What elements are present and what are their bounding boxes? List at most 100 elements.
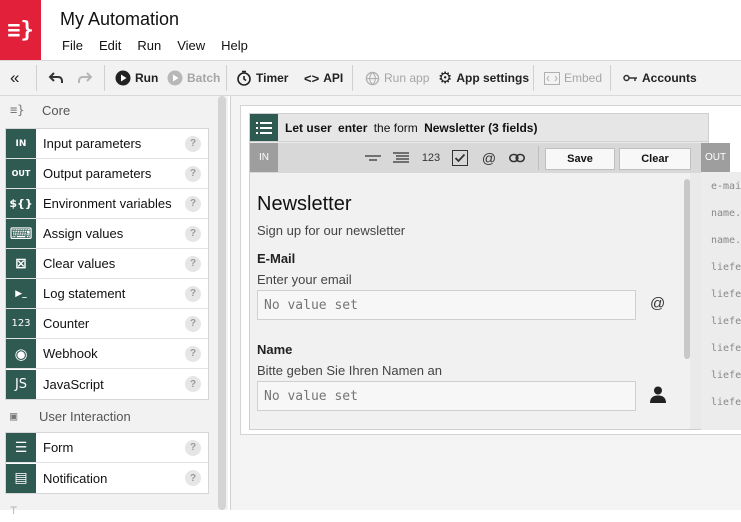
app-logo[interactable]: ≡} [0,0,41,60]
toolbar: « Run Batch Timer <> API Run app ⚙ App s… [0,60,741,96]
core-icon: ≡} [10,103,25,117]
sidebar-item-label: Clear values [43,256,116,271]
accounts-label: Accounts [642,71,697,85]
number-field-icon[interactable]: 123 [420,149,442,167]
undo-icon [48,72,63,83]
sidebar-item-log-statement[interactable]: ▶_ Log statement ? [6,279,208,309]
sidebar-item-webhook[interactable]: ◉ Webhook ? [6,339,208,369]
help-icon[interactable]: ? [185,195,201,212]
output-row[interactable]: liefe [711,289,741,300]
help-icon[interactable]: ? [185,315,201,332]
presentation-icon: ▣ [10,409,18,423]
sidebar-item-clear-values[interactable]: ⊠ Clear values ? [6,249,208,279]
sidebar-item-label: Counter [43,316,90,331]
help-icon[interactable]: ? [185,165,201,182]
sidebar-item-notification[interactable]: ▤ Notification ? [6,463,208,493]
output-row[interactable]: liefe [711,262,741,273]
help-icon[interactable]: ? [185,376,201,392]
menu-edit[interactable]: Edit [99,38,121,53]
help-icon[interactable]: ? [185,225,201,242]
help-icon[interactable]: ? [185,285,201,302]
output-row[interactable]: liefe [711,343,741,354]
sidebar-item-input-parameters[interactable]: IN Input parameters ? [6,129,208,159]
email-field[interactable] [257,290,636,320]
run-app-label: Run app [384,71,430,85]
text-field-icon[interactable] [392,149,410,167]
separator-field-icon[interactable] [364,149,382,167]
sidebar-item-counter[interactable]: 123 Counter ? [6,309,208,339]
node-form-name[interactable]: Newsletter (3 fields) [424,121,537,135]
help-icon[interactable]: ? [185,439,201,456]
toolbar-divider [104,65,105,91]
node-header[interactable]: Let user enter the form Newsletter (3 fi… [250,114,708,142]
collapse-sidebar-button[interactable]: « [10,61,19,95]
timer-button[interactable]: Timer [236,61,288,95]
sidebar-item-assign-values[interactable]: ⌨ Assign values ? [6,219,208,249]
clear-button[interactable]: Clear [619,148,691,170]
output-icon: OUT [6,159,36,188]
flow-icon: ⊤ [10,503,18,517]
help-icon[interactable]: ? [185,345,201,362]
help-icon[interactable]: ? [185,135,201,152]
output-row[interactable]: liefe [711,316,741,327]
group-label: User Interaction [39,408,131,424]
menu-help[interactable]: Help [221,38,248,53]
toolbar-divider [352,65,353,91]
menu-file[interactable]: File [62,38,83,53]
form-node[interactable]: Let user enter the form Newsletter (3 fi… [249,113,709,430]
group-label: Core [42,102,71,118]
output-row[interactable]: name. [711,208,741,219]
form-icon [250,114,278,141]
sidebar-item-environment-variables[interactable]: ${} Environment variables ? [6,189,208,219]
help-icon[interactable]: ? [185,470,201,486]
save-button[interactable]: Save [545,148,615,170]
toolbar-divider [538,146,539,170]
output-row[interactable]: e-mai [711,181,741,192]
field-hint-name: Bitte geben Sie Ihren Namen an [257,363,443,378]
run-app-button[interactable]: Run app [365,61,429,95]
env-icon: ${} [6,189,36,218]
sidebar-item-label: Notification [43,470,108,486]
help-icon[interactable]: ? [185,255,201,272]
embed-icon [544,71,560,85]
sidebar: ≡} Core IN Input parameters ? OUT Output… [0,96,228,517]
group-header-user-interaction[interactable]: ▣ User Interaction [0,404,216,428]
terminal-icon: ▶_ [6,279,36,308]
group-header-core[interactable]: ≡} Core [0,98,216,122]
sidebar-item-label: Environment variables [43,196,172,211]
accounts-button[interactable]: Accounts [623,61,697,95]
app-settings-button[interactable]: ⚙ App settings [438,61,529,95]
globe-icon [365,71,380,85]
checkbox-field-icon[interactable] [451,149,469,167]
menu-view[interactable]: View [177,38,205,53]
toolbar-divider [226,65,227,91]
group-header-control-flow[interactable]: ⊤ [0,498,216,522]
sidebar-item-form[interactable]: ☰ Form ? [6,433,208,463]
output-row[interactable]: liefe [711,397,741,408]
run-button[interactable]: Run [115,61,158,95]
sidebar-item-label: Input parameters [43,136,142,151]
sidebar-item-javascript[interactable]: JS JavaScript ? [6,369,208,399]
menu-run[interactable]: Run [137,38,161,53]
batch-button[interactable]: Batch [167,61,220,95]
link-field-icon[interactable] [508,149,526,167]
name-field[interactable] [257,381,636,411]
node-title: Let user enter the form Newsletter (3 fi… [285,121,537,135]
redo-icon [78,72,93,83]
app-title[interactable]: My Automation [60,9,179,30]
out-tag[interactable]: OUT [701,143,730,172]
sidebar-item-output-parameters[interactable]: OUT Output parameters ? [6,159,208,189]
undo-button[interactable] [48,61,64,95]
in-tag[interactable]: IN [250,143,278,172]
embed-button[interactable]: Embed [544,61,602,95]
node-title-verb[interactable]: enter [338,121,367,135]
form-scrollbar[interactable] [684,179,690,359]
person-icon [650,386,666,407]
email-field-icon[interactable]: @ [480,149,498,167]
app-settings-label: App settings [456,71,530,85]
api-button[interactable]: <> API [304,61,343,95]
sidebar-scrollbar[interactable] [218,96,226,510]
redo-button[interactable] [77,61,93,95]
output-row[interactable]: name. [711,235,741,246]
output-row[interactable]: liefe [711,370,741,381]
